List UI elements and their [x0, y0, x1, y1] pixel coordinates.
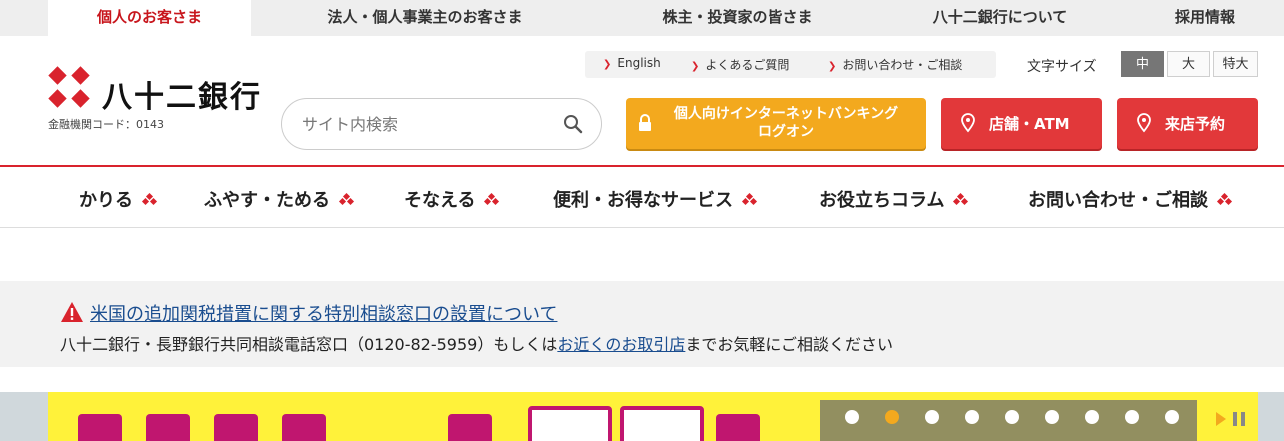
- link-faq[interactable]: ❯ よくあるご質問: [691, 56, 789, 73]
- banner-glyph: [448, 414, 492, 441]
- search-input[interactable]: [302, 111, 552, 137]
- search-icon[interactable]: [563, 114, 583, 134]
- tab-about[interactable]: 八十二銀行について: [905, 0, 1095, 36]
- nav-save[interactable]: ふやす・ためる: [204, 186, 355, 212]
- pause-icon[interactable]: [1233, 412, 1245, 426]
- font-size-medium-button[interactable]: 中: [1121, 51, 1164, 77]
- notice-title-link[interactable]: 米国の追加関税措置に関する特別相談窓口の設置について: [90, 300, 557, 326]
- tab-recruit[interactable]: 採用情報: [1145, 0, 1265, 36]
- chevron-right-icon: ❯: [828, 61, 837, 72]
- link-english[interactable]: ❯ English: [603, 56, 661, 70]
- diamond-cluster-icon: [338, 192, 355, 208]
- banner-glyph: [214, 414, 258, 441]
- bank-code: 金融機関コード：0143: [48, 118, 164, 131]
- map-pin-icon: [961, 113, 975, 133]
- diamond-cluster-icon: [141, 192, 158, 208]
- carousel-dot-1[interactable]: [845, 410, 859, 424]
- audience-tabs: 個人のお客さま 法人・個人事業主のお客さま 株主・投資家の皆さま 八十二銀行につ…: [0, 0, 1284, 36]
- carousel-dot-4[interactable]: [965, 410, 979, 424]
- nav-insure[interactable]: そなえる: [404, 186, 500, 212]
- font-size-label: 文字サイズ: [1027, 59, 1097, 75]
- store-atm-button[interactable]: 店舗・ATM: [941, 98, 1102, 149]
- carousel-dot-2[interactable]: [885, 410, 899, 424]
- carousel-dot-3[interactable]: [925, 410, 939, 424]
- chevron-right-icon: ❯: [691, 61, 700, 72]
- utility-links: ❯ English ❯ よくあるご質問 ❯ お問い合わせ・ご相談: [585, 51, 996, 78]
- link-contact[interactable]: ❯ お問い合わせ・ご相談: [828, 56, 962, 73]
- nav-contact[interactable]: お問い合わせ・ご相談: [1028, 186, 1233, 212]
- diamond-cluster-icon: [484, 192, 500, 208]
- important-notice: 米国の追加関税措置に関する特別相談窓口の設置について 八十二銀行・長野銀行共同相…: [0, 281, 1284, 367]
- carousel-dot-6[interactable]: [1045, 410, 1059, 424]
- font-size-xlarge-button[interactable]: 特大: [1213, 51, 1258, 77]
- diamond-cluster-icon: [1216, 192, 1233, 208]
- banner-glyph: [146, 414, 190, 441]
- lock-icon: [639, 114, 651, 131]
- map-pin-icon: [1137, 113, 1151, 133]
- banner-glyph: [282, 414, 326, 441]
- hero-carousel: [0, 392, 1284, 441]
- tab-investors[interactable]: 株主・投資家の皆さま: [630, 0, 845, 36]
- bank-logo[interactable]: 八十二銀行 金融機関コード：0143: [48, 66, 278, 132]
- logo-text: 八十二銀行: [102, 80, 262, 115]
- nav-borrow[interactable]: かりる: [79, 186, 158, 212]
- carousel-dot-8[interactable]: [1125, 410, 1139, 424]
- diamond-cluster-icon: [741, 192, 758, 208]
- carousel-dot-9[interactable]: [1165, 410, 1179, 424]
- banner-glyph: [716, 414, 760, 441]
- carousel-dot-7[interactable]: [1085, 410, 1099, 424]
- warning-icon: [61, 302, 83, 322]
- carousel-indicators: [820, 400, 1197, 441]
- play-icon[interactable]: [1216, 412, 1226, 426]
- tab-personal[interactable]: 個人のお客さま: [48, 0, 251, 36]
- nav-services[interactable]: 便利・お得なサービス: [553, 186, 758, 212]
- chevron-right-icon: ❯: [603, 59, 612, 70]
- banner-glyph: [78, 414, 122, 441]
- internet-banking-logon-button[interactable]: 個人向けインターネットバンキング ログオン: [626, 98, 926, 149]
- site-search: [281, 98, 602, 150]
- internet-banking-label: 個人向けインターネットバンキング ログオン: [673, 106, 899, 140]
- notice-body: 八十二銀行・長野銀行共同相談電話窓口（0120-82-5959）もしくはお近くの…: [60, 335, 894, 354]
- nearby-branch-link[interactable]: お近くのお取引店: [557, 335, 685, 354]
- main-nav: かりる ふやす・ためる そなえる 便利・お得なサービス お役立ちコラム お問い合…: [0, 167, 1284, 228]
- banner-glyph-boxed: [620, 406, 704, 441]
- carousel-dot-5[interactable]: [1005, 410, 1019, 424]
- visit-reservation-button[interactable]: 来店予約: [1117, 98, 1258, 149]
- nav-columns[interactable]: お役立ちコラム: [819, 186, 969, 212]
- font-size-large-button[interactable]: 大: [1167, 51, 1210, 77]
- tab-corporate[interactable]: 法人・個人事業主のお客さま: [290, 0, 560, 36]
- banner-glyph-boxed: [528, 406, 612, 441]
- diamond-cluster-icon: [953, 192, 969, 208]
- logo-diamond-icon: [48, 66, 94, 112]
